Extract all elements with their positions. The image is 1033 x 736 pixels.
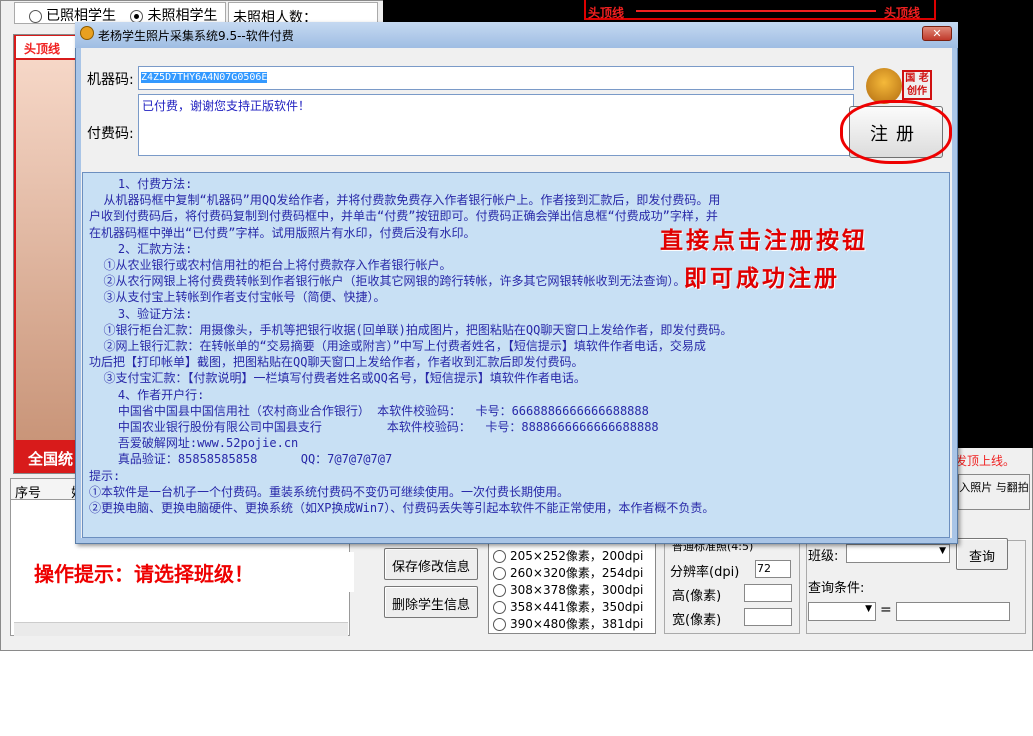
operation-hint: 操作提示：请选择班级！ <box>28 552 354 592</box>
machine-code-label: 机器码: <box>87 72 134 88</box>
info-line: 功后把【打印帐单】截图，把图粘贴在QQ聊天窗口上发给作者，作者收到汇款后即发付费… <box>89 355 584 370</box>
import-photo-button[interactable]: 入照片 与翻拍 <box>958 474 1030 510</box>
headline-left-label: 头顶线 <box>588 6 625 20</box>
radio-icon <box>29 9 42 23</box>
height-label: 高(像素) <box>672 589 722 604</box>
info-line: 中国农业银行股份有限公司中国县支行 本软件校验码： 卡号：88886666666… <box>89 420 659 435</box>
machine-code-value: Z4Z5D7THY6A4N07G0506E <box>141 72 268 83</box>
info-line: 提示: <box>89 468 121 483</box>
class-select[interactable]: ▼ <box>846 544 950 563</box>
dpi-label: 分辨率(dpi) <box>670 565 740 580</box>
radio-selected-icon <box>130 9 144 23</box>
width-input[interactable] <box>744 608 792 626</box>
radio-icon <box>493 584 506 597</box>
info-line: 1、付费方法: <box>89 177 193 191</box>
save-changes-button[interactable]: 保存修改信息 <box>384 548 478 580</box>
photo-banner: 全国统 <box>16 440 78 472</box>
size-option[interactable]: 260×320像素，254dpi <box>493 564 655 581</box>
close-icon[interactable]: ✕ <box>922 26 952 41</box>
headline-right-label: 头顶线 <box>884 6 921 20</box>
info-line: 中国省中国县中国信用社（农村商业合作银行） 本软件校验码： 卡号：6668886… <box>89 403 649 418</box>
highlight-circle <box>840 100 952 164</box>
info-line: ①本软件是一台机子一个付费码。重装系统付费码不变仍可继续使用。一次付费长期使用。 <box>89 484 570 499</box>
photo-status-radio-group: 已照相学生 未照相学生 <box>14 2 226 24</box>
col-no[interactable]: 序号 <box>15 486 41 501</box>
info-line: ①银行柜台汇款：用摄像头，手机等把银行收据(回单联)拍成图片，把图粘贴在QQ聊天… <box>89 322 733 337</box>
info-line: 3、验证方法: <box>89 306 193 321</box>
equals-sign: = <box>880 602 892 618</box>
query-field-select[interactable]: ▼ <box>808 602 876 621</box>
info-line: ②更换电脑、更换电脑硬件、更换系统（如XP换成Win7）、付费码丢失等引起本软件… <box>89 501 715 516</box>
headline-note: 发顶上线。 <box>955 454 1016 468</box>
info-line: 从机器码框中复制“机器码”用QQ发给作者，并将付费款免费存入作者银行帐户上。作者… <box>89 193 721 208</box>
info-line: 吾爱破解网址:www.52pojie.cn <box>89 436 299 451</box>
horizontal-scrollbar[interactable] <box>14 622 348 636</box>
mascot-icon <box>866 68 902 104</box>
app-icon <box>80 26 94 40</box>
size-option[interactable]: 390×480像素，381dpi <box>493 615 655 632</box>
overlay-line-2: 即可成功注册 <box>684 265 840 292</box>
overlay-line-1: 直接点击注册按钮 <box>660 227 868 254</box>
chevron-down-icon: ▼ <box>939 546 946 556</box>
photo-headline-label: 头顶线 <box>24 42 61 56</box>
radio-icon <box>493 601 506 614</box>
size-option[interactable]: 358×441像素，350dpi <box>493 598 655 615</box>
chevron-down-icon: ▼ <box>865 604 872 614</box>
height-input[interactable] <box>744 584 792 602</box>
headline-arrow <box>636 10 876 12</box>
machine-code-field[interactable]: Z4Z5D7THY6A4N07G0506E <box>138 66 854 90</box>
size-option[interactable]: 308×378像素，300dpi <box>493 581 655 598</box>
class-label: 班级: <box>808 549 839 564</box>
student-photo <box>16 60 76 440</box>
info-line: 4、作者开户行: <box>89 387 205 402</box>
info-line: ③支付宝汇款：【付款说明】一栏填写付费者姓名或QQ名号，【短信提示】填软件作者电… <box>89 371 586 386</box>
query-button[interactable]: 查询 <box>956 538 1008 570</box>
radio-icon <box>493 550 506 563</box>
pay-code-label: 付费码: <box>87 126 134 142</box>
radio-icon <box>493 618 506 631</box>
info-line: ②网上银行汇款：在转帐单的“交易摘要（用途或附言）”中写上付费者姓名，【短信提示… <box>89 339 706 354</box>
size-options: 205×252像素，200dpi 260×320像素，254dpi 308×37… <box>488 540 656 634</box>
query-condition-label: 查询条件: <box>808 581 865 596</box>
dpi-input[interactable]: 72 <box>755 560 791 578</box>
width-label: 宽(像素) <box>672 613 722 628</box>
info-line: 真品验证：85858585858 QQ：7@7@7@7@7 <box>89 452 393 467</box>
stamp-logo: 国 老 创作 <box>902 70 932 100</box>
radio-icon <box>493 567 506 580</box>
pay-code-field[interactable]: 已付费，谢谢您支持正版软件！ <box>138 94 854 156</box>
size-option[interactable]: 205×252像素，200dpi <box>493 547 655 564</box>
annotation-overlay: 直接点击注册按钮 即可成功注册 <box>660 222 950 302</box>
query-value-input[interactable] <box>896 602 1010 621</box>
delete-student-button[interactable]: 删除学生信息 <box>384 586 478 618</box>
dialog-title: 老杨学生照片采集系统9.5--软件付费 <box>98 29 294 43</box>
